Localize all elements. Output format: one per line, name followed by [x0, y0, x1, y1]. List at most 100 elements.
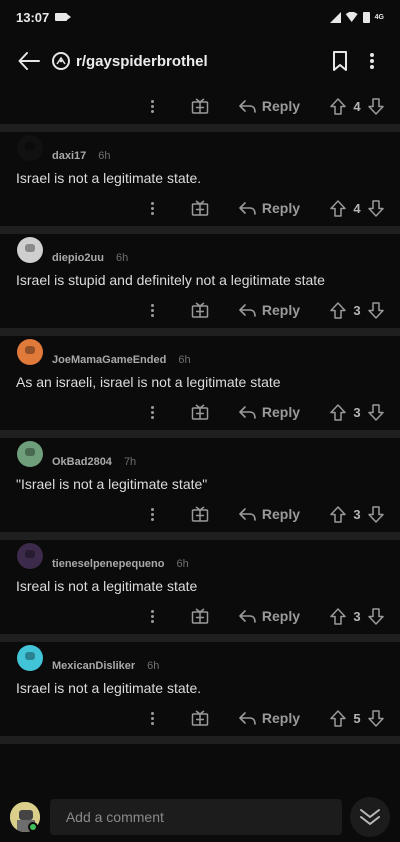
avatar-image	[16, 542, 44, 570]
comment-header: JoeMamaGameEnded 6h	[16, 336, 400, 368]
award-button[interactable]	[189, 504, 211, 524]
comment-age: 6h	[98, 150, 111, 162]
commenter-avatar[interactable]	[16, 338, 44, 366]
comment-actions: Reply 3	[0, 292, 400, 328]
upvote-icon[interactable]	[330, 607, 346, 625]
upvote-icon[interactable]	[330, 301, 346, 319]
comment-actions: Reply 3	[0, 598, 400, 634]
comment-content: JoeMamaGameEnded 6h As an israeli, israe…	[0, 336, 400, 394]
downvote-icon[interactable]	[368, 301, 384, 319]
reply-icon	[239, 405, 256, 419]
commenter-avatar[interactable]	[16, 440, 44, 468]
comment-content: tieneselpenepequeno 6h Isreal is not a l…	[0, 540, 400, 598]
comment-actions: Reply 3	[0, 496, 400, 532]
comment-username[interactable]: tieneselpenepequeno	[52, 558, 164, 570]
camera-notification-icon	[55, 13, 72, 21]
subreddit-link[interactable]: r/gayspiderbrothel	[52, 52, 324, 70]
award-button[interactable]	[189, 402, 211, 422]
comment-age: 7h	[123, 456, 137, 468]
award-button[interactable]	[189, 96, 211, 116]
upvote-icon[interactable]	[330, 97, 346, 115]
comment-text: Israel is not a legitimate state.	[16, 680, 202, 696]
double-chevron-down-icon	[360, 809, 381, 825]
comment-header: tieneselpenepequeno 6h	[16, 540, 400, 572]
avatar-image	[16, 338, 44, 366]
reply-label: Reply	[261, 506, 300, 522]
more-options-button[interactable]	[356, 44, 388, 78]
downvote-icon[interactable]	[368, 709, 384, 727]
comment-more-button[interactable]	[141, 708, 165, 728]
clock: 13:07	[16, 9, 50, 25]
upvote-icon[interactable]	[330, 709, 346, 727]
bookmark-button[interactable]	[324, 44, 356, 78]
comment-input[interactable]: Add a comment	[49, 799, 343, 835]
award-button[interactable]	[189, 708, 211, 728]
comment-more-button[interactable]	[141, 300, 165, 320]
vote-controls: 4	[330, 199, 384, 217]
reply-button[interactable]: Reply	[239, 98, 300, 114]
reply-button[interactable]: Reply	[239, 710, 300, 726]
reply-icon	[239, 99, 256, 113]
downvote-icon[interactable]	[368, 403, 384, 421]
reply-button[interactable]: Reply	[239, 200, 300, 216]
downvote-icon[interactable]	[368, 607, 384, 625]
gift-icon	[191, 200, 209, 216]
comment-more-button[interactable]	[141, 504, 165, 524]
comment-more-button[interactable]	[141, 402, 165, 422]
reply-icon	[239, 711, 256, 725]
subreddit-name: r/gayspiderbrothel	[76, 52, 208, 70]
downvote-icon[interactable]	[368, 199, 384, 217]
reply-button[interactable]: Reply	[239, 608, 300, 624]
downvote-icon[interactable]	[368, 505, 384, 523]
upvote-icon[interactable]	[330, 199, 346, 217]
comment-header: MexicanDisliker 6h	[16, 642, 400, 674]
comment-separator	[0, 328, 400, 336]
comment-username[interactable]: OkBad2804	[52, 456, 112, 468]
reply-button[interactable]: Reply	[239, 506, 300, 522]
arrow-left-icon	[18, 52, 40, 70]
comment-header: OkBad2804 7h	[16, 438, 400, 470]
upvote-icon[interactable]	[330, 505, 346, 523]
reply-label: Reply	[261, 302, 300, 318]
avatar-image	[16, 440, 44, 468]
award-button[interactable]	[189, 300, 211, 320]
commenter-avatar[interactable]	[16, 236, 44, 264]
comment-header: diepio2uu 6h	[16, 234, 400, 266]
collapse-button[interactable]	[350, 797, 390, 837]
comment-list: Reply 4 daxi17 6h Israel is not a legiti…	[0, 88, 400, 744]
comment-username[interactable]: diepio2uu	[52, 252, 104, 264]
comment-username[interactable]: JoeMamaGameEnded	[52, 354, 166, 366]
commenter-avatar[interactable]	[16, 644, 44, 672]
comment-content: MexicanDisliker 6h Israel is not a legit…	[0, 642, 400, 700]
reply-button[interactable]: Reply	[239, 404, 300, 420]
comment: diepio2uu 6h Israel is stupid and defini…	[0, 234, 400, 336]
reply-label: Reply	[261, 404, 300, 420]
comment-actions: Reply 4	[0, 88, 400, 124]
commenter-avatar[interactable]	[16, 542, 44, 570]
upvote-icon[interactable]	[330, 403, 346, 421]
wifi-icon	[345, 12, 358, 22]
comment: MexicanDisliker 6h Israel is not a legit…	[0, 642, 400, 744]
award-button[interactable]	[189, 606, 211, 626]
vote-controls: 3	[330, 607, 384, 625]
vote-count: 3	[353, 506, 361, 522]
comment-more-button[interactable]	[141, 606, 165, 626]
comment-username[interactable]: MexicanDisliker	[52, 660, 135, 672]
vote-controls: 3	[330, 301, 384, 319]
comment: OkBad2804 7h "Israel is not a legitimate…	[0, 438, 400, 540]
comment-more-button[interactable]	[141, 198, 165, 218]
vote-controls: 5	[330, 709, 384, 727]
back-button[interactable]	[12, 44, 46, 78]
comment-username[interactable]: daxi17	[52, 150, 86, 162]
downvote-icon[interactable]	[368, 97, 384, 115]
comment-input-placeholder: Add a comment	[65, 809, 164, 825]
commenter-avatar[interactable]	[16, 134, 44, 162]
app-bar: r/gayspiderbrothel	[0, 34, 400, 88]
reply-button[interactable]: Reply	[239, 302, 300, 318]
award-button[interactable]	[189, 198, 211, 218]
avatar-image	[16, 134, 44, 162]
gift-icon	[191, 710, 209, 726]
comment-separator	[0, 226, 400, 234]
gift-icon	[191, 608, 209, 624]
comment-more-button[interactable]	[141, 96, 165, 116]
